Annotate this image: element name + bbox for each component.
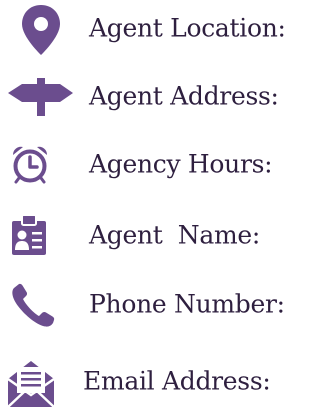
- phone-icon: [10, 282, 56, 328]
- agency-hours-label: Agency Hours:: [89, 149, 273, 179]
- phone-number-label: Phone Number:: [89, 289, 285, 319]
- location-pin-icon: [20, 4, 62, 56]
- signpost-icon: [8, 78, 74, 116]
- phone-row: Phone Number:: [0, 276, 315, 332]
- email-row: Email Address:: [0, 353, 315, 409]
- alarm-clock-icon: [10, 144, 50, 184]
- email-address-label: Email Address:: [83, 366, 271, 396]
- id-card-icon: [12, 215, 46, 255]
- agent-name-label: Agent Name:: [89, 220, 260, 250]
- location-row: Agent Location:: [0, 0, 315, 56]
- hours-row: Agency Hours:: [0, 136, 315, 192]
- envelope-letter-icon: [6, 357, 56, 409]
- agent-location-label: Agent Location:: [89, 13, 286, 43]
- agent-address-label: Agent Address:: [89, 81, 279, 111]
- address-row: Agent Address:: [0, 68, 315, 124]
- name-row: Agent Name:: [0, 207, 315, 263]
